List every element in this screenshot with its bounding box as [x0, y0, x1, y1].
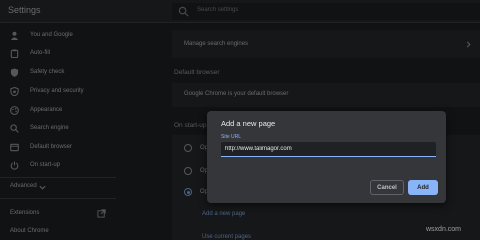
site-url-label: Site URL	[221, 134, 242, 140]
add-page-dialog: Add a new page Site URL Cancel Add	[207, 111, 446, 203]
dialog-title: Add a new page	[221, 119, 276, 128]
site-url-input[interactable]	[221, 142, 436, 157]
watermark: wsxdn.com	[426, 226, 462, 233]
add-button[interactable]: Add	[408, 180, 438, 195]
cancel-button[interactable]: Cancel	[370, 180, 404, 195]
